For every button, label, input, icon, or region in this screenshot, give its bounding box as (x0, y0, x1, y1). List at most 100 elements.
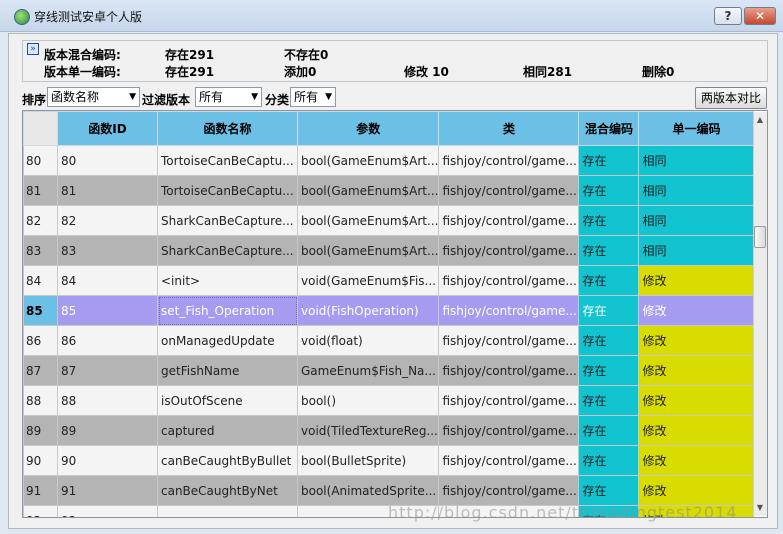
cell-name[interactable]: set_Fish_Operation (157, 295, 298, 326)
cell-mixed[interactable]: 存在 (578, 445, 640, 476)
cell-mixed[interactable]: 存在 (578, 145, 640, 176)
column-header-mixed[interactable]: 混合编码 (578, 111, 640, 146)
cell-name[interactable]: SharkCanBeCapture... (157, 235, 298, 266)
cell-class[interactable]: fishjoy/control/game... (438, 325, 580, 356)
table-row[interactable]: 88 88 isOutOfScene bool() fishjoy/contro… (23, 385, 755, 416)
row-number[interactable]: 88 (23, 385, 58, 416)
column-header-params[interactable]: 参数 (296, 111, 440, 146)
cell-class[interactable]: fishjoy/control/game... (438, 475, 580, 506)
vertical-scrollbar[interactable] (753, 112, 767, 516)
cell-params[interactable]: void(FishOperation) (296, 295, 440, 326)
cell-name[interactable]: SharkCanBeCapture... (157, 205, 298, 236)
cell-single[interactable]: 修改 (638, 445, 755, 476)
cell-params[interactable]: GameEnum$Fish_Na... (296, 355, 440, 386)
column-header-name[interactable]: 函数名称 (157, 111, 298, 146)
cell-name[interactable]: TortoiseCanBeCaptu... (157, 145, 298, 176)
table-corner[interactable] (23, 111, 58, 146)
cell-id[interactable]: 90 (57, 445, 158, 476)
table-row[interactable]: 87 87 getFishName GameEnum$Fish_Na... fi… (23, 355, 755, 386)
cell-mixed[interactable]: 存在 (578, 475, 640, 506)
cell-name[interactable]: captured (157, 415, 298, 446)
table-row[interactable]: 83 83 SharkCanBeCapture... bool(GameEnum… (23, 235, 755, 266)
cell-mixed[interactable]: 存在 (578, 295, 640, 326)
cell-class[interactable]: fishjoy/control/game... (438, 415, 580, 446)
close-button[interactable]: ✕ (744, 7, 776, 25)
table-row[interactable]: 90 90 canBeCaughtByBullet bool(BulletSpr… (23, 445, 755, 476)
category-select[interactable]: 所有 ▼ (290, 87, 336, 107)
cell-class[interactable]: fishjoy/control/game... (438, 145, 580, 176)
cell-params[interactable]: void(float) (296, 325, 440, 356)
table-row[interactable]: 91 91 canBeCaughtByNet bool(AnimatedSpri… (23, 475, 755, 506)
table-row-selected[interactable]: 85 85 set_Fish_Operation void(FishOperat… (23, 295, 755, 326)
expand-icon[interactable]: » (27, 43, 39, 55)
help-button[interactable]: ? (714, 7, 742, 25)
cell-id[interactable]: 88 (57, 385, 158, 416)
cell-name[interactable]: canBeCaughtByBullet (157, 445, 298, 476)
cell-class[interactable]: fishjoy/control/game... (438, 385, 580, 416)
row-number[interactable]: 86 (23, 325, 58, 356)
cell-id[interactable]: 86 (57, 325, 158, 356)
row-number[interactable]: 85 (23, 295, 58, 326)
cell-name[interactable]: isOutOfScene (157, 385, 298, 416)
row-number[interactable]: 83 (23, 235, 58, 266)
cell-single[interactable]: 修改 (638, 325, 755, 356)
scroll-up-icon[interactable]: ▲ (754, 113, 766, 127)
table-row[interactable]: 82 82 SharkCanBeCapture... bool(GameEnum… (23, 205, 755, 236)
cell-single[interactable]: 修改 (638, 295, 755, 326)
cell-name[interactable]: ... (157, 505, 298, 517)
cell-name[interactable]: onManagedUpdate (157, 325, 298, 356)
scroll-down-icon[interactable]: ▼ (754, 501, 766, 515)
cell-params[interactable]: bool(GameEnum$Art... (296, 175, 440, 206)
cell-class[interactable]: fishjoy/control/game... (438, 205, 580, 236)
cell-name[interactable]: getFishName (157, 355, 298, 386)
cell-class[interactable]: fishjoy/control/game... (438, 295, 580, 326)
cell-name[interactable]: canBeCaughtByNet (157, 475, 298, 506)
column-header-single[interactable]: 单一编码 (638, 111, 755, 146)
cell-params[interactable]: void(GameEnum$Fis... (296, 265, 440, 296)
cell-id[interactable]: 82 (57, 205, 158, 236)
row-number[interactable]: 87 (23, 355, 58, 386)
cell-mixed[interactable]: 存在 (578, 325, 640, 356)
column-header-id[interactable]: 函数ID (57, 111, 158, 146)
cell-params[interactable]: bool(GameEnum$Art... (296, 145, 440, 176)
cell-id[interactable]: 91 (57, 475, 158, 506)
cell-class[interactable]: fishjoy/control/game... (438, 265, 580, 296)
cell-single[interactable]: 修改 (638, 355, 755, 386)
cell-id[interactable]: 87 (57, 355, 158, 386)
row-number[interactable]: 91 (23, 475, 58, 506)
cell-id[interactable]: 80 (57, 145, 158, 176)
cell-single[interactable]: 修改 (638, 475, 755, 506)
cell-mixed[interactable]: 存在 (578, 235, 640, 266)
cell-single[interactable]: 相同 (638, 175, 755, 206)
cell-mixed[interactable]: 存在 (578, 355, 640, 386)
scrollbar-thumb[interactable] (754, 226, 766, 248)
cell-id[interactable]: 81 (57, 175, 158, 206)
row-number[interactable]: 89 (23, 415, 58, 446)
table-row[interactable]: 81 81 TortoiseCanBeCaptu... bool(GameEnu… (23, 175, 755, 206)
cell-class[interactable]: fishjoy/control/game... (438, 445, 580, 476)
cell-id[interactable]: 92 (57, 505, 158, 517)
row-number[interactable]: 82 (23, 205, 58, 236)
cell-id[interactable]: 89 (57, 415, 158, 446)
compare-versions-button[interactable]: 两版本对比 (695, 87, 767, 109)
cell-single[interactable]: 修改 (638, 385, 755, 416)
column-header-class[interactable]: 类 (438, 111, 580, 146)
cell-id[interactable]: 84 (57, 265, 158, 296)
row-number[interactable]: 80 (23, 145, 58, 176)
table-row[interactable]: 89 89 captured void(TiledTextureReg... f… (23, 415, 755, 446)
cell-class[interactable]: fishjoy/control/game... (438, 175, 580, 206)
cell-mixed[interactable]: 存在 (578, 205, 640, 236)
cell-mixed[interactable]: 存在 (578, 385, 640, 416)
cell-class[interactable]: fishjoy/control/game... (438, 355, 580, 386)
cell-id[interactable]: 85 (57, 295, 158, 326)
cell-params[interactable]: bool(AnimatedSprite... (296, 475, 440, 506)
cell-mixed[interactable]: 存在 (578, 415, 640, 446)
cell-params[interactable]: bool(GameEnum$Art... (296, 235, 440, 266)
cell-params[interactable]: bool(GameEnum$Art... (296, 205, 440, 236)
cell-name[interactable]: <init> (157, 265, 298, 296)
row-number[interactable]: 84 (23, 265, 58, 296)
cell-params[interactable]: void(TiledTextureReg... (296, 415, 440, 446)
sort-select[interactable]: 函数名称 ▼ (47, 87, 140, 107)
cell-single[interactable]: 修改 (638, 415, 755, 446)
filter-version-select[interactable]: 所有 ▼ (195, 87, 262, 107)
